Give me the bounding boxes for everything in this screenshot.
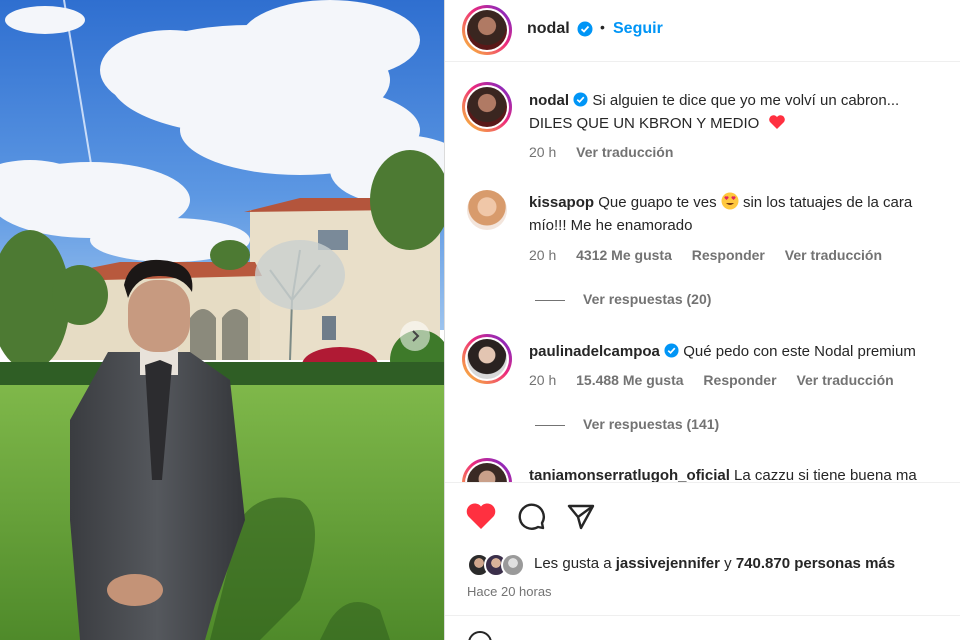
comment-text: Que guapo te ves <box>598 194 717 211</box>
verified-icon <box>577 21 593 37</box>
heart-icon[interactable] <box>465 502 497 530</box>
comment-text-continued: sin los tatuajes de la cara <box>742 194 913 211</box>
liker-avatars[interactable] <box>467 553 527 579</box>
translate-link[interactable]: Ver traducción <box>796 372 893 388</box>
view-replies-button[interactable]: Ver respuestas (141) <box>535 416 719 432</box>
comment-username[interactable]: kissapop <box>529 194 594 211</box>
reply-button[interactable]: Responder <box>703 372 776 388</box>
post-panel: nodal • Seguir nodal Si alguien te dice … <box>444 0 960 640</box>
likes-middle: y <box>724 555 732 572</box>
comment-time: 20 h <box>529 372 557 388</box>
divider <box>445 615 960 616</box>
view-replies-button[interactable]: Ver respuestas (20) <box>535 291 711 307</box>
caption-meta: 20 h Ver traducción <box>529 144 689 160</box>
comment-meta: 20 h 4312 Me gusta Responder Ver traducc… <box>529 247 898 263</box>
caption-time: 20 h <box>529 144 557 160</box>
emoji-icon[interactable] <box>467 630 497 640</box>
likes-count[interactable]: 740.870 personas más <box>736 555 895 572</box>
follow-button[interactable]: Seguir <box>613 20 663 38</box>
commenter-avatar[interactable] <box>462 334 512 384</box>
commenter-avatar[interactable] <box>467 190 507 230</box>
liker-username[interactable]: jassivejennifer <box>616 555 720 572</box>
action-bar: Les gusta a jassivejennifer y 740.870 pe… <box>445 482 960 640</box>
comment-time: 20 h <box>529 247 557 263</box>
comment-text-2: mío!!! Me he enamorado <box>529 217 693 234</box>
caption-text-2: DILES QUE UN KBRON Y MEDIO <box>529 115 760 132</box>
view-replies-label: Ver respuestas (20) <box>583 291 712 307</box>
avatar <box>501 553 525 577</box>
avatar[interactable] <box>462 5 512 55</box>
heart-eyes-emoji <box>721 192 739 210</box>
likes-summary: Les gusta a jassivejennifer y 740.870 pe… <box>534 555 895 572</box>
comment-text: Qué pedo con este Nodal premium <box>683 343 916 360</box>
translate-link[interactable]: Ver traducción <box>785 247 882 263</box>
next-photo-button[interactable] <box>400 321 430 351</box>
comment-likes[interactable]: 4312 Me gusta <box>576 247 672 263</box>
translate-link[interactable]: Ver traducción <box>576 144 673 160</box>
replies-line <box>535 424 565 426</box>
replies-line <box>535 299 565 301</box>
chevron-right-icon <box>412 330 420 342</box>
reply-button[interactable]: Responder <box>692 247 765 263</box>
post-header: nodal • Seguir <box>445 0 960 62</box>
post-photo <box>0 0 444 640</box>
post-timestamp: Hace 20 horas <box>467 584 552 599</box>
photo-scene <box>0 0 444 640</box>
comment-meta: 20 h 15.488 Me gusta Responder Ver tradu… <box>529 372 910 388</box>
caption-username[interactable]: nodal <box>529 92 569 109</box>
verified-icon <box>664 343 679 358</box>
caption-line-1: nodal Si alguien te dice que yo me volví… <box>529 89 899 112</box>
comment-line-1: paulinadelcampoa Qué pedo con este Nodal… <box>529 340 916 363</box>
comment-username[interactable]: paulinadelcampoa <box>529 343 660 360</box>
caption-text-1: Si alguien te dice que yo me volví un ca… <box>592 92 900 109</box>
heart-emoji <box>768 115 785 129</box>
view-replies-label: Ver respuestas (141) <box>583 416 720 432</box>
likes-prefix: Les gusta a <box>534 555 612 572</box>
comment-icon[interactable] <box>516 501 546 531</box>
caption-line-2: DILES QUE UN KBRON Y MEDIO <box>529 112 786 135</box>
share-icon[interactable] <box>566 502 596 530</box>
separator-dot: • <box>600 19 605 35</box>
caption-avatar[interactable] <box>462 82 512 132</box>
verified-icon <box>573 92 588 107</box>
author-username[interactable]: nodal <box>527 20 570 38</box>
comment-likes[interactable]: 15.488 Me gusta <box>576 372 683 388</box>
comment-line-1: kissapop Que guapo te ves sin los tatuaj… <box>529 191 912 214</box>
